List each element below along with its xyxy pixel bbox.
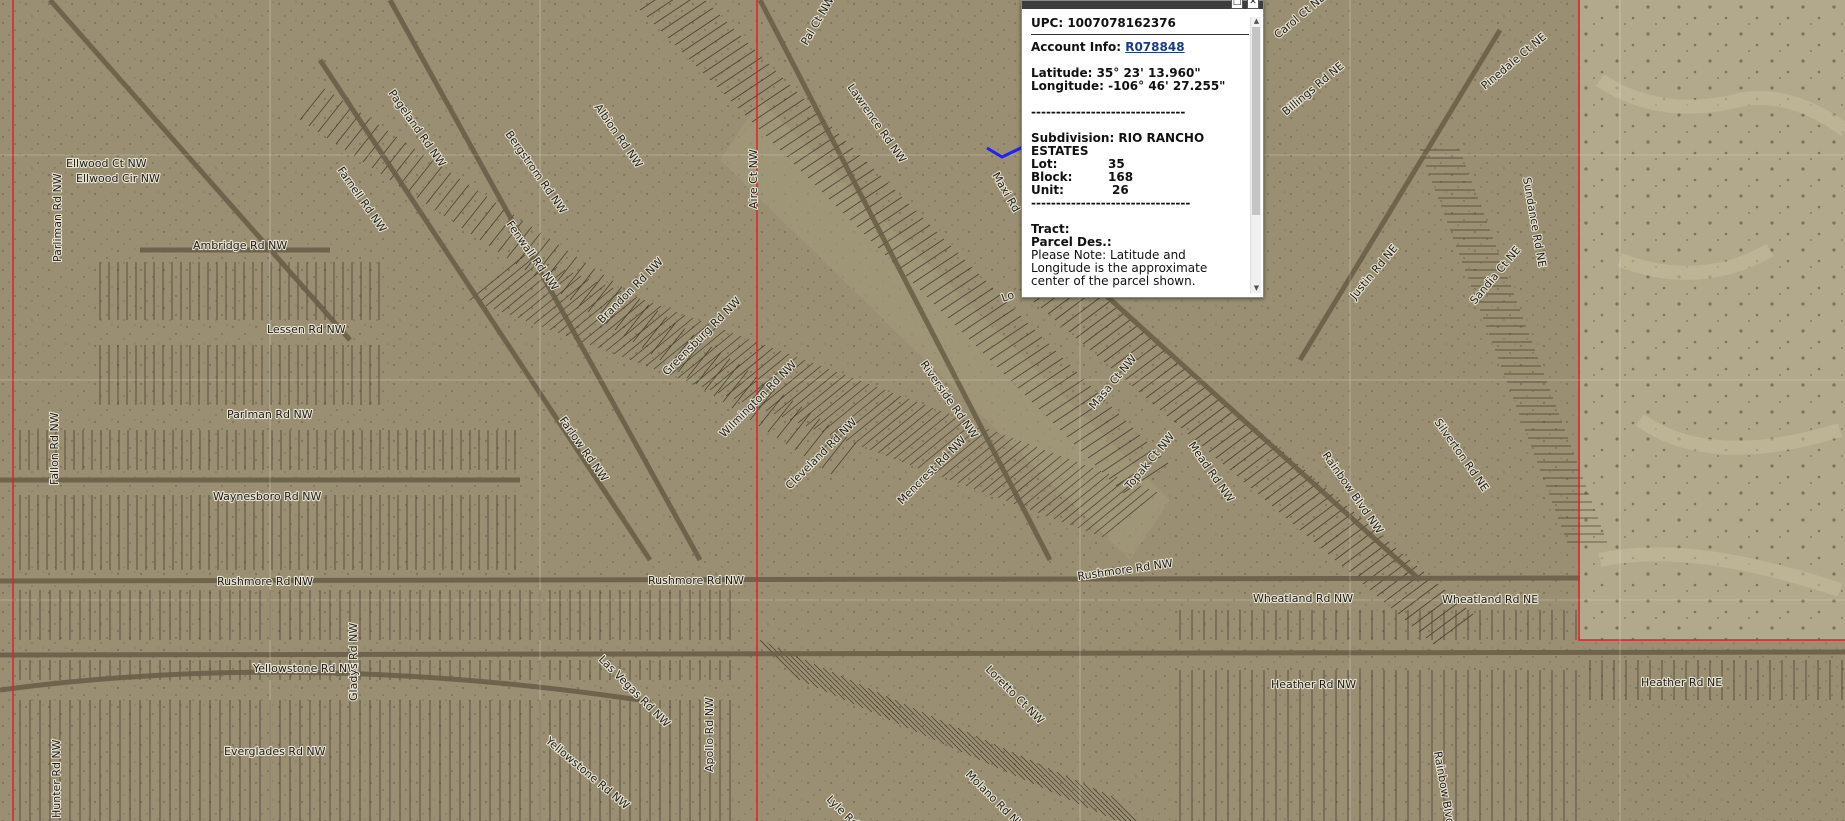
label-fallon: Fallon Rd NW	[48, 412, 61, 485]
road-heather	[0, 649, 1845, 658]
popup-divider	[1031, 34, 1249, 35]
location-note: Please Note: Latitude and Longitude is t…	[1031, 248, 1208, 288]
label-yellowstone-w: Yellowstone Rd NW	[252, 662, 358, 675]
dashes-separator-1: -------------------------------	[1031, 105, 1186, 119]
longitude-text: Longitude: -106° 46' 27.255"	[1031, 79, 1226, 93]
parcel-map[interactable]: Rushmore Rd NW Rushmore Rd NW Rushmore R…	[0, 0, 1845, 821]
label-wheatland-nw: Wheatland Rd NW	[1253, 592, 1353, 605]
label-rushmore-c: Rushmore Rd NW	[648, 574, 744, 587]
account-label: Account Info:	[1031, 40, 1122, 54]
label-heather-ne: Heather Rd NE	[1641, 676, 1722, 689]
close-icon[interactable]: ✕	[1247, 0, 1259, 9]
dashes-separator-2: --------------------------------	[1031, 196, 1191, 210]
label-gladys: Gladys Rd NW	[347, 623, 360, 701]
map-canvas[interactable]: Rushmore Rd NW Rushmore Rd NW Rushmore R…	[0, 0, 1845, 821]
label-everglades: Everglades Rd NW	[224, 745, 326, 758]
popup-content: UPC: 1007078162376 Account Info: R078848…	[1031, 17, 1249, 293]
upc-text: UPC: 1007078162376	[1031, 17, 1176, 30]
account-info: Account Info: R078848	[1031, 41, 1249, 54]
popup-titlebar[interactable]	[1022, 1, 1263, 9]
scroll-down-icon[interactable]: ▼	[1252, 284, 1261, 293]
account-link[interactable]: R078848	[1125, 40, 1184, 54]
label-hunter: Hunter Rd NW	[50, 739, 63, 818]
maximize-icon[interactable]: □	[1231, 0, 1243, 9]
label-parliman-col: Parliman Rd NW	[51, 173, 64, 262]
label-rushmore-w: Rushmore Rd NW	[217, 575, 313, 588]
label-apollo: Apollo Rd NW	[703, 697, 716, 772]
label-waynesboro: Waynesboro Rd NW	[213, 490, 321, 503]
popup-scrollbar[interactable]: ▲ ▼	[1250, 17, 1261, 293]
label-heather-nw: Heather Rd NW	[1271, 678, 1356, 691]
label-ellwood-ct: Ellwood Ct NW	[66, 157, 147, 170]
scroll-thumb[interactable]	[1252, 27, 1260, 215]
label-wheatland-ne: Wheatland Rd NE	[1442, 593, 1538, 606]
label-ambridge: Ambridge Rd NW	[193, 239, 287, 252]
label-ellwood-cir: Ellwood Cir NW	[76, 172, 160, 185]
label-lessen: Lessen Rd NW	[267, 323, 346, 336]
scroll-up-icon[interactable]: ▲	[1252, 17, 1261, 26]
subdivision-text: Subdivision: RIO RANCHO ESTATES	[1031, 131, 1205, 158]
label-aire-ct: Aire Ct NW	[747, 149, 760, 209]
parcel-info-popup[interactable]: □ ✕ UPC: 1007078162376 Account Info: R07…	[1021, 0, 1264, 298]
label-parlman: Parlman Rd NW	[227, 408, 313, 421]
